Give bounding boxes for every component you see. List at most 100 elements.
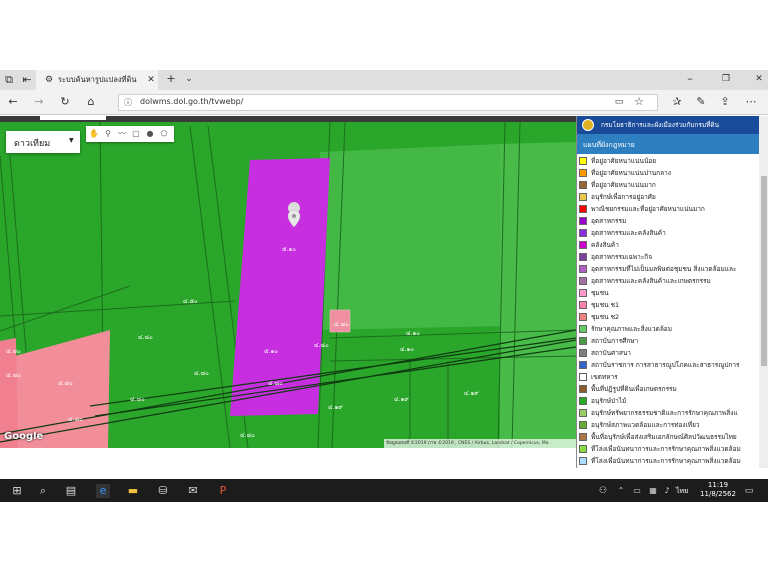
people-icon[interactable]: ⚇: [596, 484, 610, 498]
legend-swatch: [579, 301, 587, 309]
close-tab-icon[interactable]: ✕: [144, 74, 158, 86]
minimize-icon[interactable]: –: [683, 73, 697, 85]
dropdown-arrow-icon: ▼: [69, 137, 74, 144]
input-language[interactable]: ไทย: [676, 486, 688, 497]
legend-item: อุตสาหกรรม: [577, 216, 759, 228]
legend-item: อุตสาหกรรมเฉพาะกิจ: [577, 252, 759, 264]
legend-item: ที่อยู่อาศัยหนาแน่นมาก: [577, 180, 759, 192]
legend-item-label: พาณิชยกรรมและที่อยู่อาศัยหนาแน่นมาก: [591, 205, 705, 213]
legend-swatch: [579, 193, 587, 201]
home-icon[interactable]: ⌂: [84, 96, 98, 108]
legend-item: สถาบันราชการ การสาธารณูปโภคและสาธารณูปกา…: [577, 360, 759, 372]
legend-swatch: [579, 457, 587, 465]
legend-item: คลังสินค้า: [577, 240, 759, 252]
tab-actions-icon[interactable]: ⧉: [2, 74, 16, 86]
volume-icon[interactable]: ♪: [660, 484, 674, 498]
legend-item-label: ที่โล่งเพื่อนันทนาการและการรักษาคุณภาพสิ…: [591, 445, 741, 453]
chevron-down-icon[interactable]: ⌄: [182, 73, 196, 85]
legend-item-label: ที่อยู่อาศัยหนาแน่นน้อย: [591, 157, 657, 165]
new-tab-icon[interactable]: +: [164, 73, 178, 85]
legend-scrollbar[interactable]: [759, 116, 768, 468]
legend-item: อุตสาหกรรมและคลังสินค้า: [577, 228, 759, 240]
legend-item: เขตทหาร: [577, 372, 759, 384]
forward-icon[interactable]: →: [32, 96, 46, 108]
legend-item-label: ที่โล่งเพื่อนันทนาการและการรักษาคุณภาพสิ…: [591, 457, 741, 465]
plot-label: ๔.๘๐: [6, 348, 21, 355]
notes-icon[interactable]: ✎: [694, 96, 708, 108]
reading-view-icon[interactable]: ▭: [612, 96, 626, 108]
legend-item: ที่โล่งเพื่อนันทนาการและการรักษาคุณภาพสิ…: [577, 456, 759, 468]
map-type-select[interactable]: ดาวเทียม ▼: [6, 131, 80, 153]
clock[interactable]: 11:19 11/8/2562: [698, 481, 738, 499]
legend-swatch: [579, 241, 587, 249]
legend-swatch: [579, 349, 587, 357]
chevron-up-icon[interactable]: ⌃: [614, 484, 628, 498]
file-explorer-icon[interactable]: ▬: [126, 484, 140, 498]
legend-item: สถาบันการศึกษา: [577, 336, 759, 348]
task-view-icon[interactable]: ▤: [64, 484, 78, 498]
map-attribution: ข้อมูลแผนที่ ©2019 ภาพ ©2019 , CNES / Ai…: [384, 439, 578, 448]
powerpoint-icon[interactable]: P: [216, 484, 230, 498]
plot-label: ๔.๘๐: [334, 321, 349, 328]
polygon-icon[interactable]: ⬠: [158, 127, 170, 141]
plot-label: ๔.๘๐: [138, 334, 153, 341]
polyline-icon[interactable]: 〰: [116, 127, 128, 141]
more-icon[interactable]: ⋯: [744, 96, 758, 108]
legend-item-label: ชุมชน: [591, 289, 609, 297]
legend-swatch: [579, 253, 587, 261]
legend-item: รักษาคุณภาพและสิ่งแวดล้อม: [577, 324, 759, 336]
action-center-icon[interactable]: ▭: [742, 484, 756, 498]
windows-start-icon[interactable]: ⊞: [10, 484, 24, 498]
network-icon[interactable]: ▦: [646, 484, 660, 498]
legend-swatch: [579, 169, 587, 177]
share-icon[interactable]: ⇪: [718, 96, 732, 108]
legend-item: อุตสาหกรรมและคลังสินค้าและเกษตรกรรม: [577, 276, 759, 288]
favorites-icon[interactable]: ✰: [670, 96, 684, 108]
legend-item-label: อุตสาหกรรมและคลังสินค้าและเกษตรกรรม: [591, 277, 711, 285]
legend-swatch: [579, 277, 587, 285]
plot-label: ๔.๑๐: [400, 346, 414, 353]
legend-swatch: [579, 325, 587, 333]
refresh-icon[interactable]: ↻: [58, 96, 72, 108]
legend-item-label: สถาบันราชการ การสาธารณูปโภคและสาธารณูปกา…: [591, 361, 740, 369]
legend-item-label: อุตสาหกรรมและคลังสินค้า: [591, 229, 666, 237]
close-window-icon[interactable]: ✕: [752, 73, 766, 85]
legend-tab-label: แผนที่ผังกฎหมาย: [583, 141, 635, 149]
legend-item-label: สถาบันศาสนา: [591, 349, 631, 357]
clock-date: 11/8/2562: [700, 490, 736, 498]
tab-aside-icon[interactable]: ⇤: [20, 74, 34, 86]
scrollbar-thumb[interactable]: [761, 176, 767, 366]
edge-icon[interactable]: e: [96, 484, 110, 498]
legend-item: ชุมชน ช2: [577, 312, 759, 324]
legend-item-label: คลังสินค้า: [591, 241, 619, 249]
legend-item: พื้นที่ปฏิรูปที่ดินเพื่อเกษตรกรรม: [577, 384, 759, 396]
search-icon[interactable]: ⌕: [36, 484, 50, 498]
info-icon[interactable]: ⓘ: [121, 97, 135, 109]
back-icon[interactable]: ←: [6, 96, 20, 108]
battery-icon[interactable]: ▭: [630, 484, 644, 498]
legend-swatch: [579, 289, 587, 297]
plot-label: ๔.๘๐: [194, 370, 209, 377]
map-type-label: ดาวเทียม: [14, 139, 51, 149]
legend-swatch: [579, 313, 587, 321]
hand-icon[interactable]: ✋: [88, 127, 100, 141]
drawing-toolbar: ✋ ⚲ 〰 ▢ ● ⬠: [86, 126, 174, 142]
map-canvas[interactable]: ๕.๑๐ ๔.๕๐ ๕.๑๐ ๔.๘๐ ๔.๘๐ ๔.๑๐ ๔.๑๐ ๔.๑๙ …: [0, 116, 576, 448]
legend-item: ที่อยู่อาศัยหนาแน่นน้อย: [577, 156, 759, 168]
plot-label: ๔.๘๐: [314, 342, 329, 349]
favorite-star-icon[interactable]: ☆: [632, 96, 646, 108]
legend-item-label: ที่อยู่อาศัยหนาแน่นมาก: [591, 181, 656, 189]
legend-swatch: [579, 265, 587, 273]
legend-item-label: อนุรักษ์ป่าไม้: [591, 397, 627, 405]
circle-icon[interactable]: ●: [144, 127, 156, 141]
mail-icon[interactable]: ✉: [186, 484, 200, 498]
rectangle-icon[interactable]: ▢: [130, 127, 142, 141]
legend-item: สถาบันศาสนา: [577, 348, 759, 360]
store-icon[interactable]: ⛁: [156, 484, 170, 498]
restore-icon[interactable]: ❐: [719, 73, 733, 85]
legend-swatch: [579, 445, 587, 453]
land-use-map: [0, 116, 576, 448]
marker-icon[interactable]: ⚲: [102, 127, 114, 141]
legend-swatch: [579, 433, 587, 441]
plot-label: ๕.๑๐: [264, 348, 278, 355]
